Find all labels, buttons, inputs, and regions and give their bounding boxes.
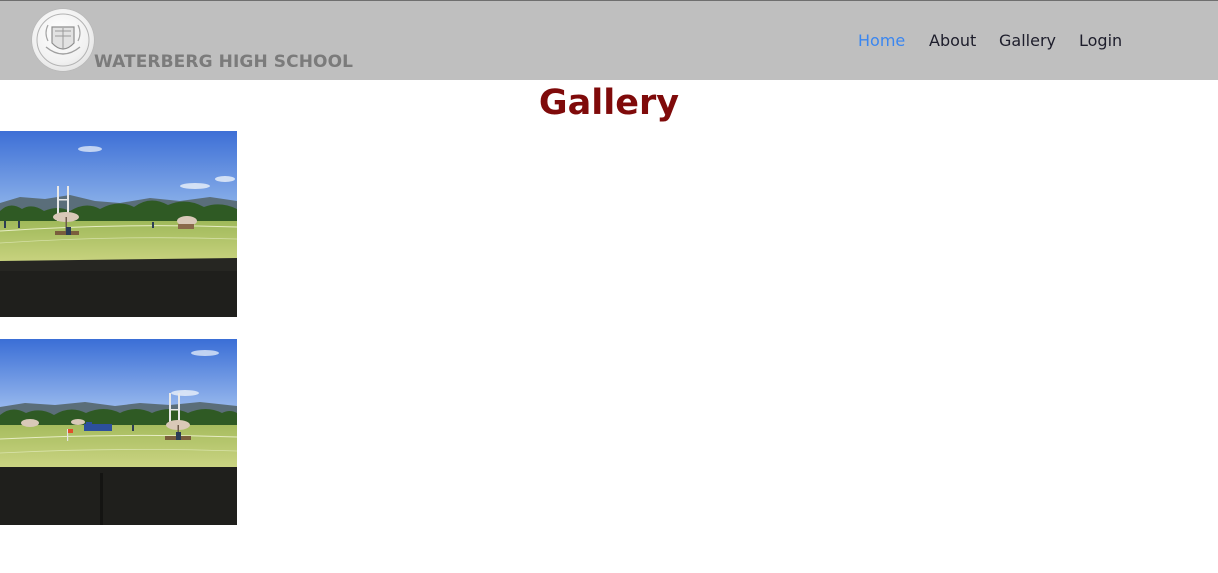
nav-link-about[interactable]: About [929,31,976,50]
nav-link-gallery[interactable]: Gallery [999,31,1056,50]
nav-link-login[interactable]: Login [1079,31,1122,50]
gallery-photo-1[interactable] [0,131,237,317]
gallery-photo-2[interactable] [0,339,237,525]
navbar: WATERBERG HIGH SCHOOL Home About Gallery… [0,0,1218,80]
nav-link-home[interactable]: Home [858,31,905,50]
page-title: Gallery [538,83,680,123]
school-name[interactable]: WATERBERG HIGH SCHOOL [94,52,353,72]
school-crest-icon[interactable] [32,9,94,71]
